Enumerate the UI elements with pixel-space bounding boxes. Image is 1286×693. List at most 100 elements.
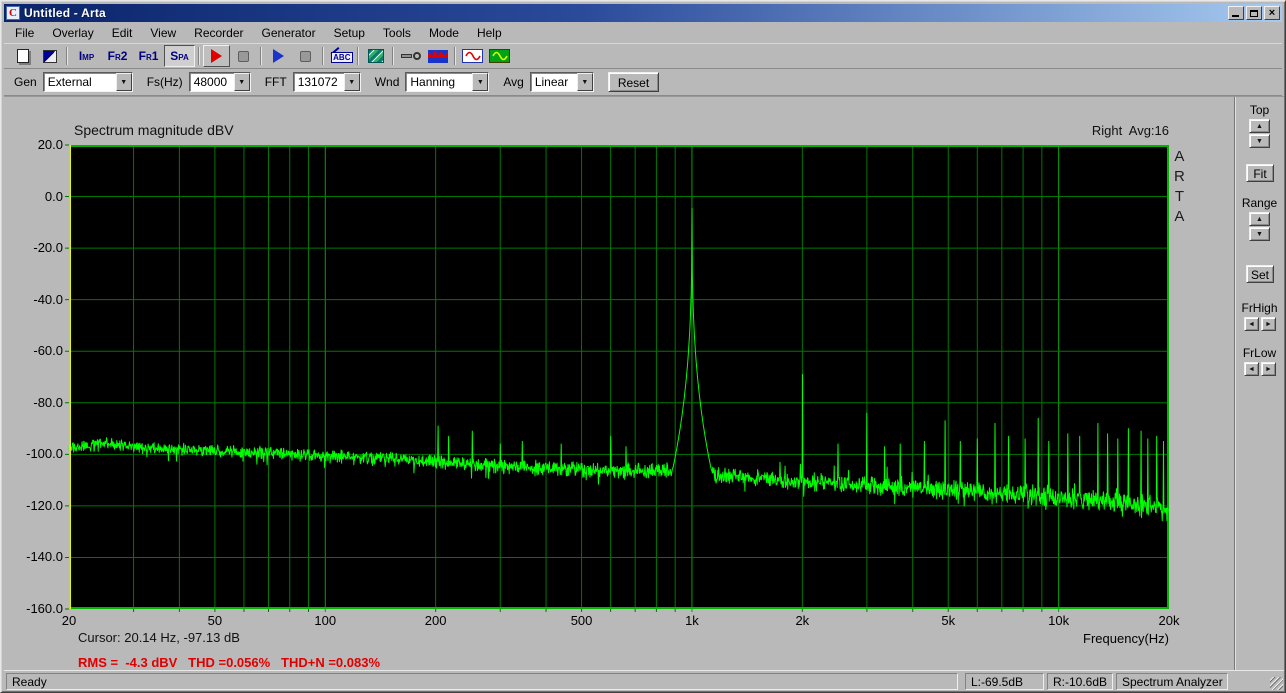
right-level-indicator: R:-10.6dB bbox=[1047, 673, 1113, 690]
menu-setup[interactable]: Setup bbox=[325, 24, 374, 42]
scale-setup-button[interactable] bbox=[362, 45, 389, 67]
fft-label: FFT bbox=[264, 75, 287, 89]
mode-spa-button[interactable]: Spa bbox=[164, 45, 195, 67]
record-stop-button[interactable] bbox=[230, 45, 257, 67]
resize-grip[interactable] bbox=[1270, 677, 1283, 690]
new-file-icon bbox=[16, 49, 29, 63]
color-scheme-icon bbox=[42, 49, 57, 63]
mode-fr2-button[interactable]: Fr2 bbox=[102, 45, 133, 67]
play-stop-button[interactable] bbox=[292, 45, 319, 67]
y-tick-label: -140.0 bbox=[26, 549, 63, 565]
spectrum-plot[interactable] bbox=[65, 144, 1170, 612]
top-down-button[interactable]: ▼ bbox=[1249, 134, 1270, 148]
fft-select[interactable]: 131072 ▼ bbox=[292, 72, 361, 92]
x-tick-label: 50 bbox=[207, 613, 223, 628]
fit-button[interactable]: Fit bbox=[1246, 164, 1274, 182]
toolbar-separator bbox=[198, 47, 200, 65]
y-tick-label: -60.0 bbox=[33, 343, 63, 359]
fs-value: 48000 bbox=[193, 75, 228, 89]
y-tick-label: -120.0 bbox=[26, 497, 63, 513]
menu-mode[interactable]: Mode bbox=[420, 24, 468, 42]
channel-avg-info: Right Avg:16 bbox=[1091, 123, 1169, 138]
range-up-button[interactable]: ▲ bbox=[1249, 212, 1270, 226]
frlow-right-button[interactable]: ► bbox=[1261, 362, 1276, 376]
toolbar-separator bbox=[260, 47, 262, 65]
mode-fr1-button[interactable]: Fr1 bbox=[133, 45, 164, 67]
plot-border bbox=[69, 145, 1169, 609]
generator-output-button[interactable] bbox=[486, 45, 513, 67]
chevron-down-icon[interactable]: ▼ bbox=[472, 73, 489, 91]
chevron-down-icon[interactable]: ▼ bbox=[576, 73, 593, 91]
signal-levels-icon bbox=[427, 49, 448, 63]
y-tick-label: -20.0 bbox=[33, 240, 63, 256]
x-axis-title: Frequency(Hz) bbox=[1083, 631, 1169, 646]
x-tick-label: 100 bbox=[314, 613, 337, 628]
color-scheme-button[interactable] bbox=[36, 45, 63, 67]
top-up-button[interactable]: ▲ bbox=[1249, 119, 1270, 133]
x-tick-label: 20k bbox=[1158, 613, 1180, 628]
fs-select[interactable]: 48000 ▼ bbox=[188, 72, 251, 92]
mode-indicator: Spectrum Analyzer bbox=[1116, 673, 1228, 690]
menu-recorder[interactable]: Recorder bbox=[185, 24, 252, 42]
avg-label: Avg bbox=[503, 75, 524, 89]
top-label: Top bbox=[1249, 103, 1270, 117]
close-button[interactable]: × bbox=[1264, 6, 1280, 20]
frlow-label: FrLow bbox=[1242, 346, 1277, 360]
marker-abc-button[interactable]: ABC bbox=[327, 45, 354, 67]
mode-imp-button[interactable]: Imp bbox=[71, 45, 102, 67]
generator-sine-button[interactable] bbox=[459, 45, 486, 67]
frhigh-right-button[interactable]: ► bbox=[1261, 317, 1276, 331]
chevron-down-icon[interactable]: ▼ bbox=[343, 73, 360, 91]
chevron-down-icon[interactable]: ▼ bbox=[233, 73, 250, 91]
x-tick-label: 200 bbox=[424, 613, 447, 628]
gen-value: External bbox=[47, 75, 92, 89]
left-level-indicator: L:-69.5dB bbox=[965, 673, 1044, 690]
gen-select[interactable]: External ▼ bbox=[42, 72, 133, 92]
title-bar[interactable]: C Untitled - Arta × bbox=[4, 4, 1282, 22]
menu-generator[interactable]: Generator bbox=[253, 24, 325, 42]
arta-window: C Untitled - Arta × File Overlay Edit View R… bbox=[0, 0, 1286, 693]
cursor-readout: Cursor: 20.14 Hz, -97.13 dB bbox=[78, 630, 240, 645]
signal-levels-button[interactable] bbox=[424, 45, 451, 67]
avg-select[interactable]: Linear ▼ bbox=[529, 72, 594, 92]
x-tick-label: 500 bbox=[570, 613, 593, 628]
wnd-select[interactable]: Hanning ▼ bbox=[405, 72, 490, 92]
x-tick-label: 2k bbox=[795, 613, 810, 628]
generator-output-icon bbox=[489, 49, 510, 63]
y-tick-label: -80.0 bbox=[33, 394, 63, 410]
chevron-down-icon[interactable]: ▼ bbox=[115, 73, 132, 91]
menu-view[interactable]: View bbox=[141, 24, 185, 42]
frhigh-left-button[interactable]: ◄ bbox=[1244, 317, 1259, 331]
y-tick-label: 20.0 bbox=[37, 137, 63, 152]
sine-wave-icon bbox=[462, 49, 483, 63]
maximize-button[interactable] bbox=[1246, 6, 1262, 20]
menu-tools[interactable]: Tools bbox=[374, 24, 420, 42]
play-icon bbox=[273, 49, 284, 63]
new-file-button[interactable] bbox=[9, 45, 36, 67]
close-icon: × bbox=[1268, 7, 1276, 19]
avg-value: Linear bbox=[534, 75, 569, 89]
x-tick-label: 10k bbox=[1048, 613, 1070, 628]
range-down-button[interactable]: ▼ bbox=[1249, 227, 1270, 241]
reset-button[interactable]: Reset bbox=[607, 72, 660, 92]
window-title: Untitled - Arta bbox=[24, 6, 106, 20]
toolbar: Imp Fr2 Fr1 Spa ABC bbox=[4, 43, 1282, 69]
toolbar-separator bbox=[357, 47, 359, 65]
menu-help[interactable]: Help bbox=[468, 24, 511, 42]
minimize-button[interactable] bbox=[1228, 6, 1244, 20]
frlow-left-button[interactable]: ◄ bbox=[1244, 362, 1259, 376]
play-button[interactable] bbox=[265, 45, 292, 67]
maximize-icon bbox=[1250, 9, 1258, 17]
measurement-controls: Gen External ▼ Fs(Hz) 48000 ▼ FFT 131072… bbox=[4, 69, 1282, 96]
frhigh-label: FrHigh bbox=[1241, 301, 1278, 315]
set-button[interactable]: Set bbox=[1246, 265, 1274, 283]
distortion-readout: RMS = -4.3 dBV THD =0.056% THD+N =0.083% bbox=[78, 655, 381, 670]
menu-overlay[interactable]: Overlay bbox=[43, 24, 102, 42]
x-tick-label: 20 bbox=[61, 613, 77, 628]
record-start-button[interactable] bbox=[203, 45, 230, 67]
menu-file[interactable]: File bbox=[6, 24, 43, 42]
menu-edit[interactable]: Edit bbox=[103, 24, 142, 42]
spectrum-curve bbox=[68, 207, 1170, 522]
toolbar-separator bbox=[454, 47, 456, 65]
input-device-button[interactable] bbox=[397, 45, 424, 67]
